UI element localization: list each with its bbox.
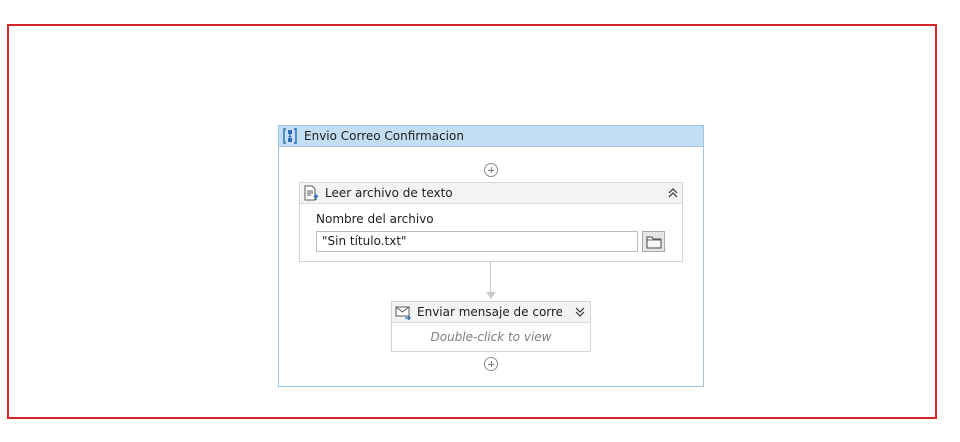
double-chevron-down-icon[interactable]: [573, 305, 587, 319]
flow-connector-line: [490, 261, 491, 294]
read-activity-header[interactable]: Leer archivo de texto: [300, 183, 682, 204]
send-mail-activity-header[interactable]: Enviar mensaje de correo d: [392, 302, 590, 323]
send-mail-activity-title: Enviar mensaje de correo d: [417, 305, 562, 319]
add-activity-bottom-button[interactable]: [484, 357, 498, 371]
sequence-header[interactable]: Envio Correo Confirmacion: [279, 126, 703, 147]
read-text-file-icon: [304, 185, 319, 201]
sequence-title: Envio Correo Confirmacion: [304, 129, 464, 143]
sequence-icon: [283, 128, 297, 144]
file-name-label: Nombre del archivo: [316, 212, 434, 226]
folder-icon: [646, 236, 662, 249]
sequence-container[interactable]: Envio Correo Confirmacion Leer archivo d…: [278, 125, 704, 387]
file-name-input[interactable]: "Sin título.txt": [316, 231, 638, 252]
double-click-hint: Double-click to view: [430, 330, 552, 344]
browse-file-button[interactable]: [642, 231, 665, 252]
read-activity-title: Leer archivo de texto: [325, 186, 453, 200]
flow-arrow-icon: [486, 292, 496, 299]
read-text-file-activity[interactable]: Leer archivo de texto Nombre del archivo…: [299, 182, 683, 262]
double-chevron-up-icon[interactable]: [666, 186, 680, 200]
send-mail-icon: [395, 306, 411, 320]
send-mail-activity[interactable]: Enviar mensaje de correo d Double-click …: [391, 301, 591, 352]
add-activity-top-button[interactable]: [484, 163, 498, 177]
